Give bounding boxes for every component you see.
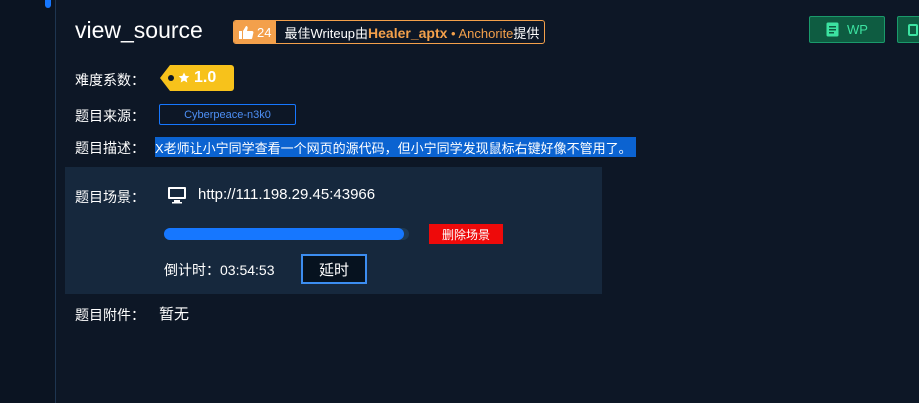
- secondary-green-button[interactable]: [897, 16, 919, 43]
- source-label: 题目来源：: [75, 108, 145, 124]
- extend-button[interactable]: 延时: [301, 254, 367, 284]
- scene-progress-fill: [164, 228, 405, 240]
- writeup-author[interactable]: Healer_aptx: [368, 25, 447, 41]
- attachment-label: 题目附件：: [75, 307, 145, 323]
- writeup-separator: •: [447, 25, 459, 41]
- thumbs-up-icon: [239, 25, 254, 39]
- scene-progress-bar: [164, 228, 409, 240]
- writeup-prefix: 最佳Writeup由: [284, 25, 369, 41]
- countdown: 倒计时：03:54:53: [164, 260, 275, 280]
- challenge-title: view_source: [75, 17, 203, 43]
- difficulty-value-wrap: 1.0: [178, 65, 216, 91]
- countdown-label: 倒计时：: [164, 262, 220, 278]
- monitor-icon: [168, 187, 186, 204]
- source-tag[interactable]: Cyberpeace-n3k0: [159, 104, 296, 125]
- like-count[interactable]: 24: [234, 21, 277, 43]
- difficulty-tag: 1.0: [160, 65, 234, 91]
- document-icon: [826, 22, 839, 37]
- writeup-text: 最佳Writeup由Healer_aptx • Anchorite提供: [276, 23, 544, 42]
- document-icon: [908, 24, 918, 36]
- difficulty-value: 1.0: [194, 69, 217, 86]
- description-text: X老师让小宁同学查看一个网页的源代码，但小宁同学发现鼠标右键好像不管用了。: [155, 137, 636, 157]
- scene-url[interactable]: http://111.198.29.45:43966: [198, 186, 375, 203]
- delete-scene-button[interactable]: 删除场景: [429, 224, 503, 244]
- scene-label: 题目场景：: [75, 189, 145, 205]
- left-sidebar: [0, 0, 56, 403]
- writeup-org[interactable]: Anchorite: [458, 26, 513, 41]
- countdown-value: 03:54:53: [220, 262, 275, 278]
- best-writeup-badge[interactable]: 24 最佳Writeup由Healer_aptx • Anchorite提供: [233, 20, 546, 44]
- tag-hole: [168, 75, 174, 81]
- writeup-suffix: 提供: [513, 25, 540, 41]
- difficulty-label: 难度系数：: [75, 72, 145, 88]
- like-count-value: 24: [257, 24, 272, 40]
- wp-button-label: WP: [847, 22, 868, 37]
- attachment-value: 暂无: [159, 306, 190, 323]
- scene-panel: 题目场景： http://111.198.29.45:43966 删除场景 倒计…: [65, 167, 602, 294]
- star-icon: [178, 72, 190, 83]
- description-label: 题目描述：: [75, 140, 145, 156]
- wp-button[interactable]: WP: [809, 16, 885, 43]
- sidebar-accent: [45, 0, 51, 8]
